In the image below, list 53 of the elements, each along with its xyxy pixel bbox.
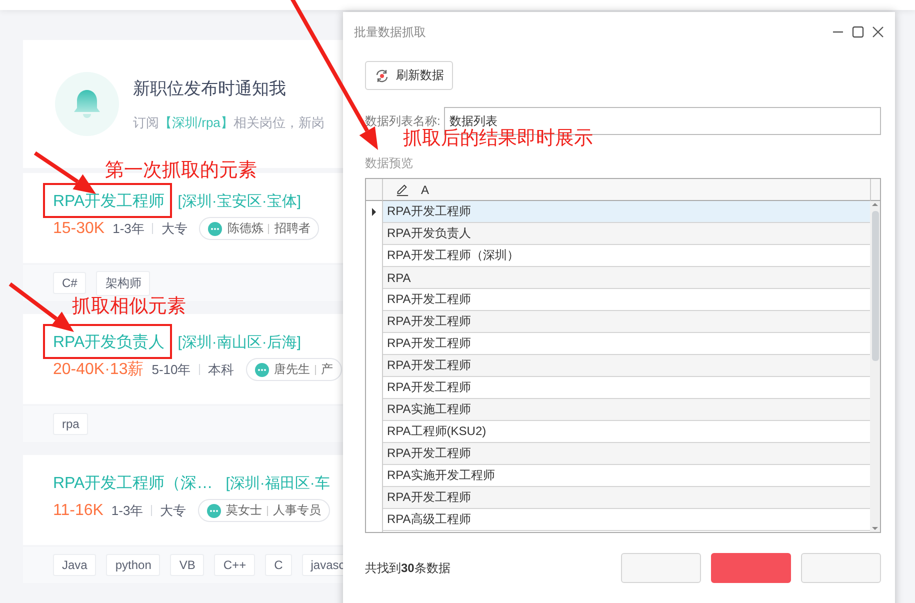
- skill-tag: VB: [170, 554, 204, 576]
- experience: 1-3年: [111, 502, 144, 520]
- chat-icon: [254, 362, 269, 376]
- scroll-down-icon[interactable]: [871, 524, 879, 532]
- refresh-icon: [374, 68, 390, 84]
- table-cell[interactable]: RPA开发工程师: [383, 201, 870, 223]
- table-cell[interactable]: RPA开发负责人: [383, 223, 870, 245]
- chat-icon: [208, 222, 222, 236]
- salary: 20-40K·13薪: [53, 360, 144, 380]
- scrollbar[interactable]: [870, 201, 880, 532]
- close-icon[interactable]: [871, 24, 885, 40]
- experience: 5-10年: [152, 360, 191, 378]
- preview-label: 数据预览: [365, 155, 414, 172]
- annotation-text: 第一次抓取的元素: [105, 159, 257, 183]
- salary: 15-30K: [53, 220, 105, 238]
- table-cell[interactable]: RPA开发工程师: [383, 311, 870, 333]
- dialog-title: 批量数据抓取: [354, 24, 427, 40]
- skill-tag: 架构师: [96, 270, 150, 296]
- skill-tag: C++: [214, 554, 256, 576]
- recruiter-chip[interactable]: 陈德炼 招聘者: [199, 217, 320, 240]
- list-name-label: 数据列表名称:: [365, 112, 440, 128]
- table-cell[interactable]: RPA开发工程师: [383, 443, 870, 465]
- table-cell[interactable]: RPA高级工程师: [383, 509, 870, 531]
- skill-tag: C: [265, 554, 292, 576]
- table-cell[interactable]: RPA开发工程师: [383, 487, 870, 509]
- education: 大专: [161, 220, 188, 238]
- result-count: 共找到30条数据: [365, 560, 452, 576]
- notice-subtitle: 订阅【深圳/rpa】相关岗位，新岗: [133, 114, 324, 132]
- notice-title: 新职位发布时通知我: [133, 78, 287, 100]
- job-location: [深圳·福田区·车: [226, 474, 330, 492]
- column-header[interactable]: A: [382, 179, 870, 201]
- table-cell[interactable]: RPA实施工程师: [383, 399, 870, 421]
- annotation-text: 抓取相似元素: [72, 295, 186, 319]
- refresh-button[interactable]: 刷新数据: [365, 61, 453, 90]
- arrow: [34, 151, 96, 194]
- education: 本科: [208, 360, 234, 378]
- table-cell[interactable]: RPA开发工程师: [383, 355, 870, 377]
- experience: 1-3年: [112, 220, 144, 238]
- job-location: [深圳·南山区·后海]: [178, 332, 302, 352]
- pencil-icon[interactable]: [395, 182, 409, 197]
- education: 大专: [160, 502, 186, 520]
- skill-tag: python: [106, 554, 160, 576]
- table-cell[interactable]: RPA: [383, 267, 870, 289]
- skill-tag: rpa: [53, 413, 88, 435]
- chat-icon: [207, 504, 222, 518]
- skill-tag: C#: [53, 272, 86, 294]
- job-location: [深圳·宝安区·宝体]: [178, 192, 302, 210]
- recruiter-chip[interactable]: 唐先生 产: [246, 358, 342, 381]
- maximize-icon[interactable]: [851, 24, 865, 40]
- skill-tag: Java: [53, 554, 96, 576]
- bell-icon: [72, 88, 102, 120]
- recruiter-chip[interactable]: 莫女士 人事专员: [198, 499, 330, 522]
- salary: 11-16K: [53, 502, 104, 520]
